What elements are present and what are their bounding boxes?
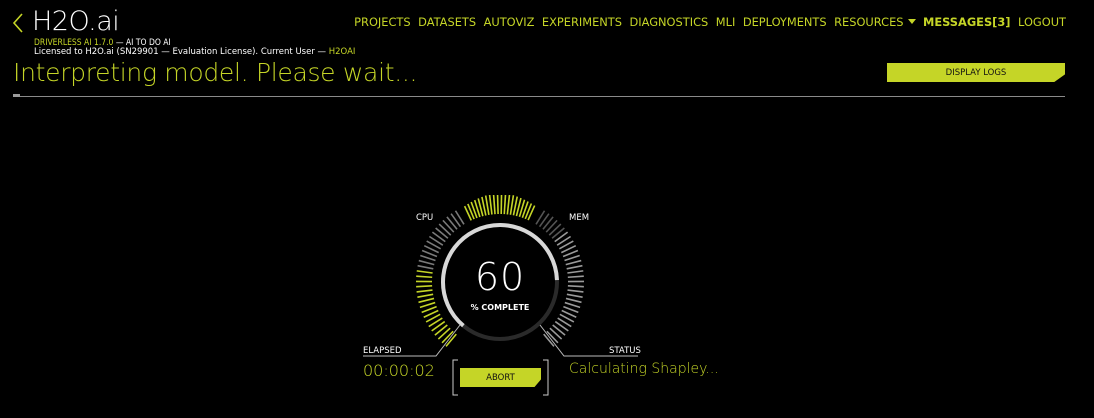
abort-button[interactable]: ABORT <box>460 368 541 387</box>
page-title: Interpreting model. Please wait... <box>13 58 418 87</box>
mem-label: MEM <box>569 213 590 223</box>
license-text: Licensed to H2O.ai (SN29901 — Evaluation… <box>34 47 329 57</box>
top-gauge-tick <box>503 195 507 215</box>
nav-mli[interactable]: MLI <box>716 15 736 29</box>
nav-datasets[interactable]: DATASETS <box>418 15 476 29</box>
status-label: STATUS <box>609 346 641 356</box>
nav-diagnostics[interactable]: DIAGNOSTICS <box>629 15 708 29</box>
top-gauge-tick <box>484 195 490 216</box>
mem-gauge-tick <box>565 297 582 304</box>
nav-resources-label: RESOURCES <box>834 15 904 29</box>
nav-experiments[interactable]: EXPERIMENTS <box>542 15 622 29</box>
cpu-gauge-tick <box>417 264 434 270</box>
cpu-label: CPU <box>416 213 434 223</box>
nav-deployments[interactable]: DEPLOYMENTS <box>743 15 827 29</box>
nav-messages[interactable]: MESSAGES[3] <box>923 15 1011 29</box>
app-page: H2O.ai DRIVERLESS AI 1.7.0 — AI TO DO AI… <box>0 0 1094 418</box>
top-gauge-tick <box>496 195 499 215</box>
back-chevron-icon[interactable] <box>11 12 25 34</box>
top-gauge-tick <box>509 195 515 215</box>
caret-down-icon <box>907 19 916 24</box>
cpu-gauge-tick <box>416 285 433 288</box>
status-value: Calculating Shapley... <box>569 361 719 377</box>
nav-logout[interactable]: LOGOUT <box>1018 15 1066 29</box>
top-gauge-tick <box>492 195 496 215</box>
mem-gauge-tick <box>567 270 584 274</box>
mem-gauge-tick <box>564 254 580 262</box>
mem-gauge-tick <box>567 289 584 293</box>
cpu-gauge-tick <box>420 254 436 262</box>
cpu-gauge-tick <box>416 289 433 293</box>
current-user: H2OAI <box>328 47 356 57</box>
cpu-gauge-tick <box>417 293 434 298</box>
nav-autoviz[interactable]: AUTOVIZ <box>484 15 535 29</box>
top-gauge-tick <box>488 195 493 215</box>
mem-gauge-tick <box>567 285 584 288</box>
percent-complete-value: 60 <box>474 255 526 299</box>
divider-tick <box>13 94 20 97</box>
percent-complete-label: % COMPLETE <box>470 303 530 312</box>
cpu-gauge-tick <box>418 297 435 304</box>
cpu-gauge-tick <box>418 259 435 266</box>
top-gauge-tick <box>506 195 511 215</box>
mem-gauge-tick <box>567 275 584 279</box>
elapsed-value: 00:00:02 <box>363 361 435 380</box>
mem-gauge-tick <box>565 259 582 266</box>
brand-logo[interactable]: H2O.ai <box>32 6 120 37</box>
title-divider <box>13 96 1065 97</box>
cpu-gauge-tick <box>416 275 433 279</box>
display-logs-button[interactable]: DISPLAY LOGS <box>887 63 1065 82</box>
mem-gauge-tick <box>566 264 583 270</box>
cpu-gauge-tick <box>416 270 433 274</box>
nav-resources[interactable]: RESOURCES <box>834 15 916 29</box>
mem-gauge-tick <box>564 301 581 309</box>
nav-projects[interactable]: PROJECTS <box>354 15 410 29</box>
mem-gauge-tick <box>566 293 583 298</box>
license-info: Licensed to H2O.ai (SN29901 — Evaluation… <box>34 47 355 57</box>
elapsed-label: ELAPSED <box>363 346 402 356</box>
top-nav: PROJECTS DATASETS AUTOVIZ EXPERIMENTS DI… <box>347 15 1066 29</box>
cpu-gauge-tick <box>419 301 436 309</box>
